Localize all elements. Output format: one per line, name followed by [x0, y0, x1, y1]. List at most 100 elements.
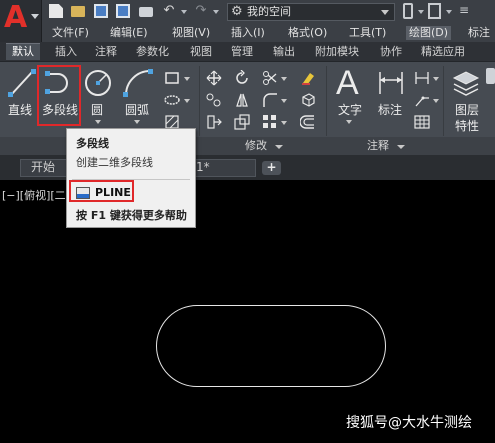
new-tab-button[interactable]: +: [262, 161, 281, 175]
rotate-icon[interactable]: [234, 70, 250, 86]
text-dropdown-icon[interactable]: [346, 120, 352, 124]
tab-home[interactable]: 默认: [6, 43, 40, 60]
title-bar: ↶ ↷ ⚙ 我的空间 ≡: [0, 0, 495, 24]
ellipse-dropdown-icon[interactable]: [184, 99, 190, 103]
redo-dropdown-icon[interactable]: [213, 10, 219, 14]
arc-dropdown-icon[interactable]: [134, 120, 140, 124]
open-folder-icon[interactable]: [71, 6, 85, 17]
panel-separator: [443, 66, 444, 136]
annotation-panel-dropdown-icon[interactable]: [397, 145, 405, 149]
array-icon[interactable]: [262, 114, 278, 130]
save-icon[interactable]: [94, 4, 108, 18]
arc-icon[interactable]: [122, 68, 154, 98]
copy-icon[interactable]: [206, 92, 222, 108]
application-menu-button[interactable]: A: [0, 0, 42, 42]
trim-dropdown-icon[interactable]: [281, 77, 287, 81]
workspace-label: 我的空间: [247, 5, 291, 18]
mobile-dropdown-icon[interactable]: [418, 10, 424, 14]
explode-icon[interactable]: [300, 92, 316, 108]
polyline-highlight: [37, 65, 81, 126]
line-icon[interactable]: [8, 68, 36, 98]
mirror-icon[interactable]: [234, 92, 250, 108]
menu-edit[interactable]: 编辑(E): [110, 26, 148, 40]
polyline-obround-shape[interactable]: [156, 305, 386, 387]
undo-icon[interactable]: ↶: [162, 4, 176, 18]
rectangle-dropdown-icon[interactable]: [184, 77, 190, 81]
tab-insert[interactable]: 插入: [55, 45, 77, 59]
menu-dimension[interactable]: 标注: [468, 26, 490, 40]
rectangle-icon[interactable]: [164, 70, 180, 86]
array-dropdown-icon[interactable]: [281, 121, 287, 125]
layer-label-line2[interactable]: 特性: [455, 119, 479, 133]
tooltip-help: 按 F1 键获得更多帮助: [76, 209, 187, 222]
tab-addins[interactable]: 附加模块: [315, 45, 359, 59]
print-icon[interactable]: [139, 7, 153, 17]
start-tab-label[interactable]: 开始: [31, 160, 55, 175]
panel-separator: [326, 66, 327, 136]
menu-draw[interactable]: 绘图(D): [406, 26, 452, 40]
chevron-down-icon: [31, 14, 39, 19]
gear-icon: ⚙: [231, 4, 243, 19]
workspace-selector[interactable]: ⚙ 我的空间: [227, 3, 395, 21]
tooltip-description: 创建二维多段线: [76, 156, 153, 169]
chevron-down-icon: [381, 10, 389, 15]
command-highlight: [69, 180, 134, 202]
undo-dropdown-icon[interactable]: [181, 10, 187, 14]
watermark: 搜狐号@大水牛测绘: [346, 415, 472, 431]
viewport-controls[interactable]: [−][俯视][二: [2, 189, 66, 203]
tab-output[interactable]: 输出: [273, 45, 295, 59]
circle-icon[interactable]: [83, 68, 113, 98]
trim-icon[interactable]: [262, 70, 278, 86]
menu-bar: 文件(F) 编辑(E) 视图(V) 插入(I) 格式(O) 工具(T) 绘图(D…: [42, 24, 495, 42]
upload-dropdown-icon[interactable]: [446, 10, 452, 14]
text-icon[interactable]: A: [336, 64, 359, 102]
fillet-icon[interactable]: [262, 92, 278, 108]
layer-properties-icon[interactable]: [451, 68, 481, 98]
fillet-dropdown-icon[interactable]: [281, 99, 287, 103]
app-logo: A: [4, 0, 28, 35]
tab-view[interactable]: 视图: [190, 45, 212, 59]
circle-button-label[interactable]: 圆: [91, 103, 103, 117]
modify-panel-label[interactable]: 修改: [245, 139, 267, 153]
linear-dimension-icon[interactable]: [414, 70, 430, 86]
arc-button-label[interactable]: 圆弧: [125, 103, 149, 117]
modify-panel-dropdown-icon[interactable]: [275, 145, 283, 149]
menu-tools[interactable]: 工具(T): [349, 26, 386, 40]
new-file-icon[interactable]: [49, 4, 63, 18]
layer-overflow-icon[interactable]: [486, 68, 495, 84]
layer-label-line1[interactable]: 图层: [455, 103, 479, 117]
offset-icon[interactable]: [300, 114, 316, 130]
line-button-label[interactable]: 直线: [8, 103, 32, 117]
dimension-button-label[interactable]: 标注: [378, 103, 402, 117]
upload-icon[interactable]: [428, 3, 441, 19]
tab-featured-apps[interactable]: 精选应用: [421, 45, 465, 59]
scale-icon[interactable]: [234, 114, 250, 130]
overflow-icon[interactable]: ≡: [459, 3, 469, 17]
redo-icon[interactable]: ↷: [194, 4, 208, 18]
tab-annotate[interactable]: 注释: [95, 45, 117, 59]
linear-dimension-dropdown-icon[interactable]: [433, 77, 439, 81]
drawing-tab-label[interactable]: 1*: [196, 160, 210, 175]
mobile-icon[interactable]: [403, 3, 413, 19]
menu-file[interactable]: 文件(F): [52, 26, 89, 40]
erase-icon[interactable]: [300, 70, 316, 86]
menu-format[interactable]: 格式(O): [288, 26, 327, 40]
circle-dropdown-icon[interactable]: [95, 120, 101, 124]
save-as-icon[interactable]: [116, 4, 130, 18]
menu-insert[interactable]: 插入(I): [231, 26, 265, 40]
move-icon[interactable]: [206, 70, 222, 86]
panel-separator: [199, 66, 200, 136]
annotation-panel-label[interactable]: 注释: [367, 139, 389, 153]
menu-view[interactable]: 视图(V): [172, 26, 210, 40]
text-button-label[interactable]: 文字: [338, 103, 362, 117]
leader-icon[interactable]: [414, 92, 430, 108]
stretch-icon[interactable]: [206, 114, 222, 130]
tab-collaborate[interactable]: 协作: [380, 45, 402, 59]
table-icon[interactable]: [414, 114, 430, 130]
tab-manage[interactable]: 管理: [231, 45, 253, 59]
dimension-icon[interactable]: [376, 68, 406, 98]
leader-dropdown-icon[interactable]: [433, 99, 439, 103]
tooltip-title: 多段线: [76, 137, 109, 150]
ellipse-icon[interactable]: [164, 92, 180, 108]
tab-parametric[interactable]: 参数化: [136, 45, 169, 59]
